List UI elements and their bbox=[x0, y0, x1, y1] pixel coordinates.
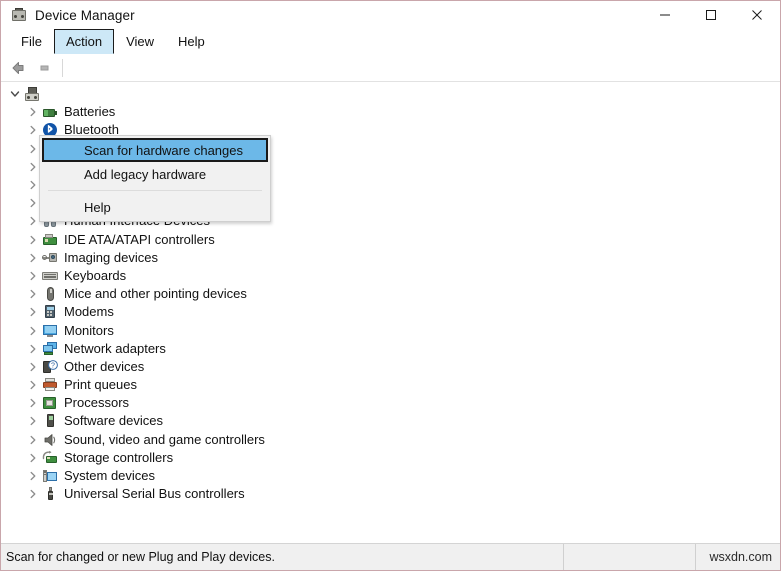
chevron-right-icon[interactable] bbox=[25, 104, 41, 120]
chevron-right-icon[interactable] bbox=[25, 323, 41, 339]
chevron-right-icon[interactable] bbox=[25, 286, 41, 302]
tree-item-label: Sound, video and game controllers bbox=[64, 431, 265, 447]
tree-item-label: Processors bbox=[64, 395, 130, 411]
usb-controller-icon bbox=[42, 486, 58, 502]
imaging-device-icon bbox=[42, 250, 58, 266]
computer-root-icon bbox=[24, 86, 40, 102]
maximize-button[interactable] bbox=[688, 1, 734, 29]
chevron-right-icon[interactable] bbox=[25, 395, 41, 411]
network-adapter-icon bbox=[42, 341, 58, 357]
keyboard-icon bbox=[42, 268, 58, 284]
chevron-right-icon[interactable] bbox=[25, 250, 41, 266]
tree-item-processors[interactable]: Processors bbox=[1, 394, 780, 412]
tree-item-software-devices[interactable]: Software devices bbox=[1, 412, 780, 430]
device-manager-icon bbox=[11, 7, 27, 23]
tree-item-label: Storage controllers bbox=[64, 449, 174, 465]
tree-item-network-adapters[interactable]: Network adapters bbox=[1, 340, 780, 358]
window-title: Device Manager bbox=[35, 7, 135, 23]
chevron-right-icon[interactable] bbox=[25, 304, 41, 320]
tree-root-node[interactable] bbox=[1, 85, 780, 103]
tree-item-print-queues[interactable]: Print queues bbox=[1, 376, 780, 394]
forward-button[interactable] bbox=[33, 56, 59, 80]
toolbar-separator bbox=[62, 58, 63, 77]
chevron-down-icon[interactable] bbox=[7, 86, 23, 102]
mouse-icon bbox=[42, 286, 58, 302]
chevron-right-icon[interactable] bbox=[25, 359, 41, 375]
menu-view[interactable]: View bbox=[114, 29, 166, 54]
tree-item-other-devices[interactable]: ? Other devices bbox=[1, 358, 780, 376]
device-manager-window: Device Manager File Action View Help Bat… bbox=[0, 0, 781, 571]
menu-help[interactable]: Help bbox=[166, 29, 217, 54]
back-arrow-icon bbox=[12, 61, 24, 74]
tree-item-label: Imaging devices bbox=[64, 249, 158, 265]
tree-item-label: Monitors bbox=[64, 322, 114, 338]
minimize-button[interactable] bbox=[642, 1, 688, 29]
chevron-right-icon[interactable] bbox=[25, 232, 41, 248]
back-button[interactable] bbox=[7, 56, 33, 80]
printer-icon bbox=[42, 377, 58, 393]
tree-item-modems[interactable]: Modems bbox=[1, 303, 780, 321]
ide-controller-icon bbox=[42, 232, 58, 248]
chevron-right-icon[interactable] bbox=[25, 413, 41, 429]
toolbar bbox=[1, 54, 780, 82]
status-bar: Scan for changed or new Plug and Play de… bbox=[1, 543, 780, 570]
system-device-icon bbox=[42, 468, 58, 484]
processor-icon bbox=[42, 395, 58, 411]
tree-item-label: Software devices bbox=[64, 413, 163, 429]
chevron-right-icon[interactable] bbox=[25, 486, 41, 502]
tree-item-label: Mice and other pointing devices bbox=[64, 286, 247, 302]
tree-item-keyboards[interactable]: Keyboards bbox=[1, 267, 780, 285]
tree-item-system-devices[interactable]: System devices bbox=[1, 467, 780, 485]
tree-pane[interactable]: Batteries Bluetooth IDE ATA/ATAPI contro… bbox=[1, 82, 780, 543]
tree-item-ide-ata-atapi-controllers[interactable]: IDE ATA/ATAPI controllers bbox=[1, 231, 780, 249]
chevron-right-icon[interactable] bbox=[25, 432, 41, 448]
tree-item-sound-video-and-game-controllers[interactable]: Sound, video and game controllers bbox=[1, 431, 780, 449]
tree-item-label: Universal Serial Bus controllers bbox=[64, 486, 245, 502]
tree-item-monitors[interactable]: Monitors bbox=[1, 321, 780, 339]
tree-item-label: Network adapters bbox=[64, 340, 166, 356]
menu-action[interactable]: Action bbox=[53, 29, 115, 54]
tree-item-label: Other devices bbox=[64, 358, 145, 374]
battery-icon bbox=[42, 104, 58, 120]
tree-item-mice-and-other-pointing-devices[interactable]: Mice and other pointing devices bbox=[1, 285, 780, 303]
window-controls bbox=[642, 1, 780, 29]
tree-item-universal-serial-bus-controllers[interactable]: Universal Serial Bus controllers bbox=[1, 485, 780, 503]
menu-bar: File Action View Help bbox=[1, 29, 780, 54]
storage-controller-icon bbox=[42, 450, 58, 466]
status-message: Scan for changed or new Plug and Play de… bbox=[1, 544, 564, 570]
tree-item-label: Batteries bbox=[64, 104, 116, 120]
monitor-icon bbox=[42, 323, 58, 339]
menu-item-scan-for-hardware-changes[interactable]: Scan for hardware changes bbox=[42, 138, 268, 162]
modem-icon bbox=[42, 304, 58, 320]
menu-file[interactable]: File bbox=[9, 29, 54, 54]
menu-item-add-legacy-hardware[interactable]: Add legacy hardware bbox=[42, 162, 268, 186]
tree-item-batteries[interactable]: Batteries bbox=[1, 103, 780, 121]
tree-item-imaging-devices[interactable]: Imaging devices bbox=[1, 249, 780, 267]
software-device-icon bbox=[42, 413, 58, 429]
title-bar: Device Manager bbox=[1, 1, 780, 29]
chevron-right-icon[interactable] bbox=[25, 268, 41, 284]
chevron-right-icon[interactable] bbox=[25, 341, 41, 357]
tree-item-storage-controllers[interactable]: Storage controllers bbox=[1, 449, 780, 467]
tree-item-label: System devices bbox=[64, 468, 156, 484]
forward-arrow-icon bbox=[40, 65, 49, 70]
tree-item-label: Print queues bbox=[64, 377, 137, 393]
chevron-right-icon[interactable] bbox=[25, 450, 41, 466]
status-middle-panel bbox=[564, 544, 696, 570]
chevron-right-icon[interactable] bbox=[25, 468, 41, 484]
tree-item-label: Modems bbox=[64, 304, 114, 320]
other-device-icon: ? bbox=[42, 359, 58, 375]
sound-controller-icon bbox=[42, 432, 58, 448]
menu-separator bbox=[48, 190, 262, 191]
action-menu-dropdown: Scan for hardware changes Add legacy har… bbox=[39, 135, 271, 222]
tree-item-label: Keyboards bbox=[64, 267, 127, 283]
chevron-right-icon[interactable] bbox=[25, 377, 41, 393]
tree-item-label: IDE ATA/ATAPI controllers bbox=[64, 231, 215, 247]
watermark: wsxdn.com bbox=[709, 550, 772, 564]
menu-item-help[interactable]: Help bbox=[42, 195, 268, 219]
close-button[interactable] bbox=[734, 1, 780, 29]
svg-text:?: ? bbox=[51, 363, 55, 370]
